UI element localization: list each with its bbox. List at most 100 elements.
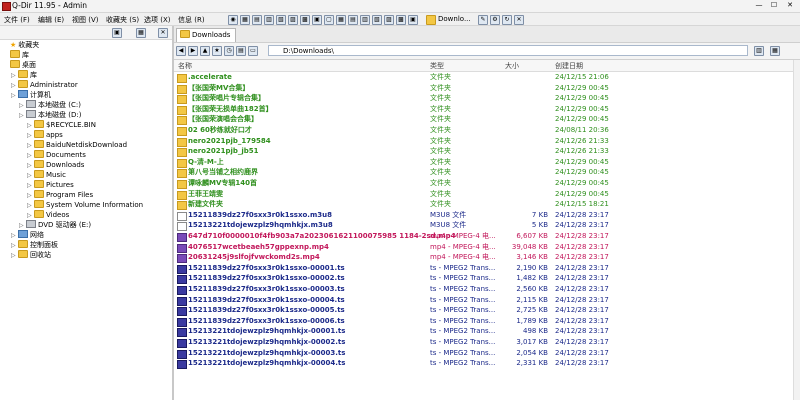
tree-item[interactable]: ▷ $RECYCLE.BIN <box>27 120 96 130</box>
tree-item[interactable]: ▷ 计算机 <box>11 90 51 100</box>
downloads-folder-icon[interactable] <box>426 15 436 25</box>
tree-item[interactable]: ▷ BaiduNetdiskDownload <box>27 140 127 150</box>
grid-3-icon[interactable]: ▥ <box>264 15 274 25</box>
grid-1-icon[interactable]: ▦ <box>240 15 250 25</box>
tree-option-icon[interactable]: ▣ <box>112 28 122 38</box>
file-row[interactable]: 15213221tdojewzplz9hqmhkjx-00003.ts ts - … <box>174 348 794 359</box>
maximize-button[interactable]: ☐ <box>767 1 781 10</box>
tab-downloads[interactable]: Downloads <box>176 28 236 42</box>
tree-item[interactable]: ▷ apps <box>27 130 63 140</box>
tree-item[interactable]: ▷ Music <box>27 170 66 180</box>
tree-item[interactable]: 桌面 <box>3 60 36 70</box>
expand-arrow-icon[interactable]: ▷ <box>19 111 26 121</box>
menu-view[interactable]: 视图 (V) <box>72 15 98 25</box>
grid-15-icon[interactable]: ▣ <box>408 15 418 25</box>
minimize-button[interactable]: — <box>752 1 766 10</box>
tree-item[interactable]: ▷ 控制面板 <box>11 240 58 250</box>
menu-options[interactable]: 选项 (X) <box>144 15 170 25</box>
grid-12-icon[interactable]: ▧ <box>372 15 382 25</box>
downloads-shortcut[interactable]: Downlo... <box>438 15 471 23</box>
grid-11-icon[interactable]: ▥ <box>360 15 370 25</box>
tree-item[interactable]: ▷ 网络 <box>11 230 44 240</box>
tree-item[interactable]: 库 <box>3 50 29 60</box>
file-row[interactable]: 647d710f0000010f4fb903a7a202306162110007… <box>174 231 794 242</box>
file-row[interactable]: 15213221tdojewzplz9hqmhkjx-00004.ts ts - … <box>174 358 794 370</box>
favorite-icon[interactable]: ★ <box>212 46 222 56</box>
tree-item[interactable]: ▷ 库 <box>11 70 37 80</box>
layout-menu-icon[interactable]: ▦ <box>770 46 780 56</box>
tree-item[interactable]: ▷ Pictures <box>27 180 74 190</box>
file-row[interactable]: 15211839dz27f0sxx3r0k1ssxo.m3u8 M3U8 文件 7 … <box>174 210 794 221</box>
file-row[interactable]: Q-清-M-上 文件夹 24/12/29 00:45 <box>174 157 794 168</box>
file-row[interactable]: 【张国荣唱片专辑合集】 文件夹 24/12/29 00:45 <box>174 93 794 105</box>
grid-6-icon[interactable]: ▩ <box>300 15 310 25</box>
menu-info[interactable]: 信息 (R) <box>178 15 205 25</box>
refresh-icon[interactable]: ↻ <box>502 15 512 25</box>
expand-arrow-icon[interactable]: ▷ <box>11 251 18 261</box>
tree-close-icon[interactable]: ✕ <box>158 28 168 38</box>
col-date[interactable]: 创建日期 <box>555 61 583 71</box>
menu-file[interactable]: 文件 (F) <box>4 15 30 25</box>
tree-item[interactable]: ▷ Documents <box>27 150 86 160</box>
tree-item[interactable]: ▷ 回收站 <box>11 250 51 260</box>
file-row[interactable]: 15213221tdojewzplz9hqmhkjx-00001.ts ts - … <box>174 326 794 338</box>
file-row[interactable]: 【张国荣演唱会合集】 文件夹 24/12/29 00:45 <box>174 114 794 126</box>
gear-icon[interactable]: ⚙ <box>490 15 500 25</box>
up-icon[interactable]: ▲ <box>200 46 210 56</box>
vertical-scrollbar[interactable] <box>793 60 800 400</box>
file-row[interactable]: 15211839dz27f0sxx3r0k1ssxo-00006.ts ts - … <box>174 316 794 327</box>
file-row[interactable]: 15211839dz27f0sxx3r0k1ssxo-00003.ts ts - … <box>174 284 794 295</box>
file-row[interactable]: 20631245j9slfojfvwckomd2s.mp4 mp4 - MPEG-… <box>174 252 794 264</box>
file-row[interactable]: nero2021pjb_jb51 文件夹 24/12/26 21:33 <box>174 146 794 158</box>
file-row[interactable]: 15211839dz27f0sxx3r0k1ssxo-00001.ts ts - … <box>174 263 794 274</box>
expand-arrow-icon[interactable]: ▷ <box>11 91 18 101</box>
tree-item[interactable]: ▷ 本地磁盘 (D:) <box>19 110 81 120</box>
menu-favorites[interactable]: 收藏夹 (S) <box>106 15 139 25</box>
tree-item[interactable]: ▷ DVD 驱动器 (E:) <box>19 220 91 230</box>
tree-item[interactable]: ▷ Videos <box>27 210 69 220</box>
file-row[interactable]: 第八号当铺之相约鹿界 文件夹 24/12/29 00:45 <box>174 167 794 179</box>
file-row[interactable]: 【张国荣无损单曲182首】 文件夹 24/12/29 00:45 <box>174 104 794 115</box>
file-row[interactable]: 15211839dz27f0sxx3r0k1ssxo-00002.ts ts - … <box>174 273 794 285</box>
tree-item[interactable]: ▷ Program Files <box>27 190 93 200</box>
layout-icon[interactable]: ◉ <box>228 15 238 25</box>
file-row[interactable]: 4076517wcetbeaeh57gppexnp.mp4 mp4 - MPEG-… <box>174 242 794 253</box>
tree-grid-icon[interactable]: ▦ <box>136 28 146 38</box>
file-row[interactable]: 02 60秒练就好口才 文件夹 24/08/11 20:36 <box>174 125 794 136</box>
file-row[interactable]: 谭咏麟MV专辑140首 文件夹 24/12/29 00:45 <box>174 178 794 189</box>
history-icon[interactable]: ◷ <box>224 46 234 56</box>
file-row[interactable]: 15211839dz27f0sxx3r0k1ssxo-00004.ts ts - … <box>174 295 794 306</box>
tree-item[interactable]: ▷ Downloads <box>27 160 84 170</box>
grid-4-icon[interactable]: ▧ <box>276 15 286 25</box>
file-row[interactable]: 15211839dz27f0sxx3r0k1ssxo-00005.ts ts - … <box>174 305 794 317</box>
close-panel-icon[interactable]: ✕ <box>514 15 524 25</box>
col-name[interactable]: 名称 <box>178 61 192 71</box>
file-row[interactable]: 新建文件夹 文件夹 24/12/15 18:21 <box>174 199 794 211</box>
grid-7-icon[interactable]: ▣ <box>312 15 322 25</box>
forward-icon[interactable]: ▶ <box>188 46 198 56</box>
grid-9-icon[interactable]: ▦ <box>336 15 346 25</box>
file-row[interactable]: nero2021pjb_179584 文件夹 24/12/26 21:33 <box>174 136 794 147</box>
drive-icon[interactable]: ▭ <box>248 46 258 56</box>
view-icon[interactable]: ▤ <box>236 46 246 56</box>
back-icon[interactable]: ◀ <box>176 46 186 56</box>
grid-13-icon[interactable]: ▨ <box>384 15 394 25</box>
view-mode-icon[interactable]: ▥ <box>754 46 764 56</box>
tree-item[interactable]: ▷ Administrator <box>11 80 78 90</box>
grid-10-icon[interactable]: ▤ <box>348 15 358 25</box>
grid-2-icon[interactable]: ▤ <box>252 15 262 25</box>
file-row[interactable]: 15213221tdojewzplz9hqmhkjx.m3u8 M3U8 文件 5 … <box>174 220 794 232</box>
grid-14-icon[interactable]: ▩ <box>396 15 406 25</box>
file-row[interactable]: .accelerate 文件夹 24/12/15 21:06 <box>174 72 794 83</box>
address-input[interactable]: D:\Downloads\ <box>268 45 748 56</box>
menu-edit[interactable]: 编辑 (E) <box>38 15 64 25</box>
tree-item[interactable]: ▷ System Volume Information <box>27 200 143 210</box>
col-size[interactable]: 大小 <box>505 61 519 71</box>
grid-5-icon[interactable]: ▨ <box>288 15 298 25</box>
file-row[interactable]: 王菲王靖雯 文件夹 24/12/29 00:45 <box>174 189 794 200</box>
close-button[interactable]: ✕ <box>783 1 797 10</box>
col-type[interactable]: 类型 <box>430 61 444 71</box>
grid-8-icon[interactable]: ▢ <box>324 15 334 25</box>
file-row[interactable]: 【张国荣MV合集】 文件夹 24/12/29 00:45 <box>174 83 794 94</box>
file-row[interactable]: 15213221tdojewzplz9hqmhkjx-00002.ts ts - … <box>174 337 794 348</box>
